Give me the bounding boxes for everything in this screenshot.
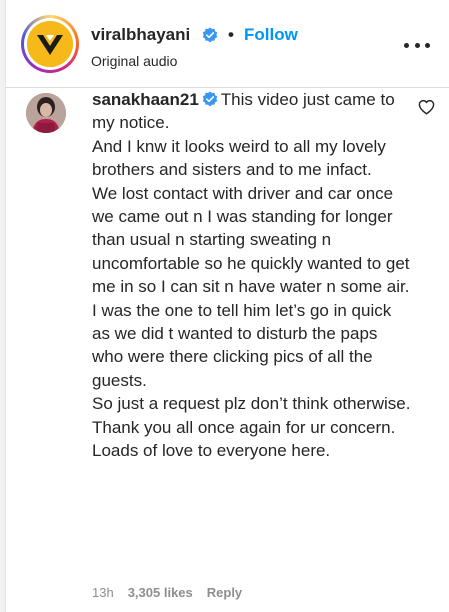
heart-icon[interactable]: [418, 99, 435, 115]
profile-avatar[interactable]: [21, 15, 79, 73]
reply-button[interactable]: Reply: [207, 585, 242, 600]
original-audio-link[interactable]: Original audio: [91, 52, 177, 70]
follow-button[interactable]: Follow: [244, 24, 298, 46]
comment-text: This video just came to my notice. And I…: [92, 90, 411, 461]
verified-badge-icon: [202, 91, 217, 107]
verified-badge-icon: [202, 27, 218, 43]
comment-item: sanakhaan21 This video just came to my no…: [6, 88, 449, 612]
comment-meta: 13h 3,305 likes Reply: [92, 585, 256, 601]
more-options-icon[interactable]: [404, 37, 430, 53]
comment-body: sanakhaan21 This video just came to my no…: [92, 88, 412, 463]
comment-likes[interactable]: 3,305 likes: [128, 585, 193, 600]
commenter-avatar[interactable]: [26, 93, 66, 133]
comment-username[interactable]: sanakhaan21: [92, 90, 199, 109]
separator-dot: •: [228, 25, 234, 44]
viral-bhayani-logo: [27, 21, 73, 67]
post-username[interactable]: viralbhayani: [91, 24, 190, 46]
post-header: viralbhayani • Follow Original audio: [6, 0, 449, 88]
comment-time: 13h: [92, 585, 114, 600]
